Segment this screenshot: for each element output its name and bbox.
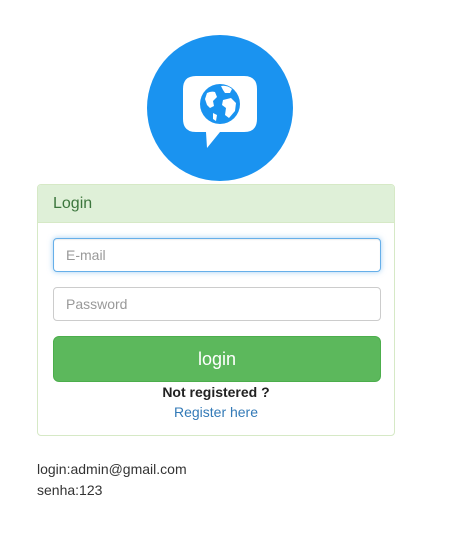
login-page: Login login Not registered ? Register he… [0,0,451,542]
credentials-hint: login:admin@gmail.com senha:123 [37,459,187,501]
panel-heading: Login [38,185,394,223]
register-link[interactable]: Register here [174,404,258,420]
chat-globe-icon [147,35,293,181]
email-field[interactable] [53,238,381,272]
login-panel: Login login Not registered ? Register he… [37,184,395,436]
login-credential-line: login:admin@gmail.com [37,461,187,477]
not-registered-text: Not registered ? [162,384,270,400]
panel-title: Login [53,194,93,212]
login-button[interactable]: login [53,336,381,382]
app-logo [147,35,293,181]
password-field[interactable] [53,287,381,321]
register-link-wrapper: Register here [38,404,394,420]
password-credential-line: senha:123 [37,482,103,498]
